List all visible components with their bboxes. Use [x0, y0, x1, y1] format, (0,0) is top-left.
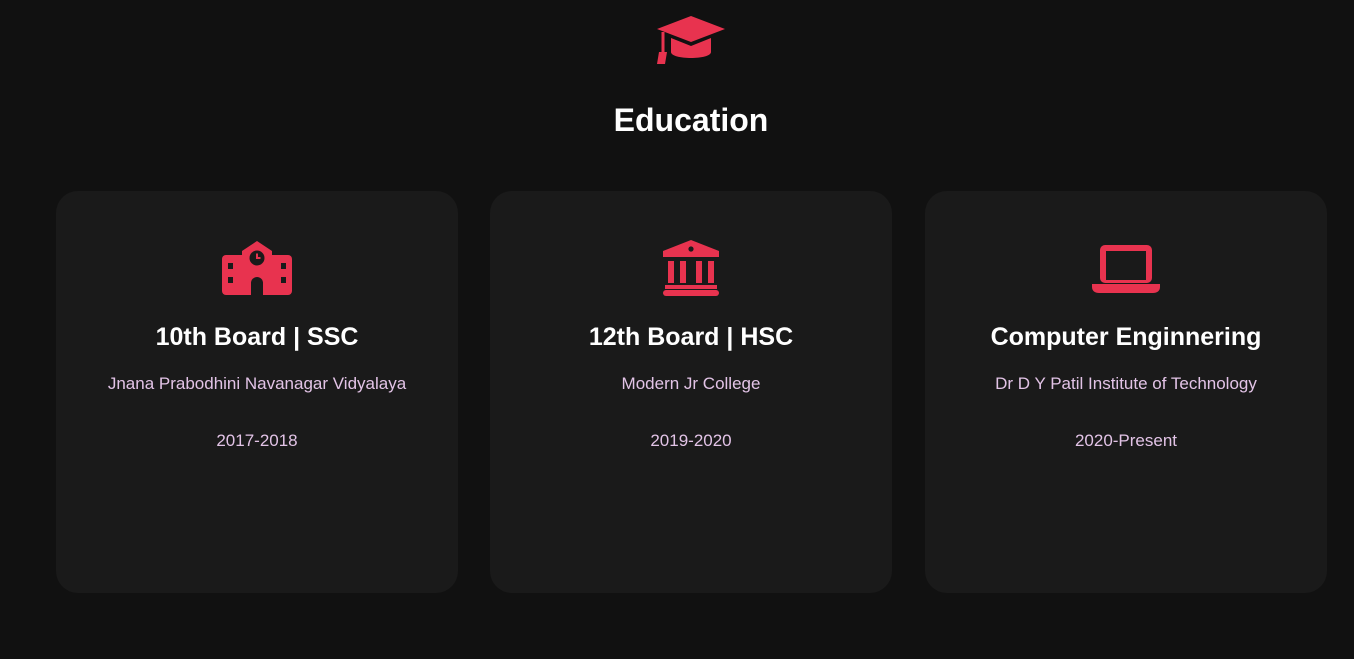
- card-years: 2017-2018: [216, 431, 298, 450]
- card-school: Dr D Y Patil Institute of Technology: [995, 374, 1257, 393]
- graduation-cap-icon: [656, 14, 726, 66]
- education-section: Education 10th Board | SSC Jnana Prabodh…: [0, 0, 1354, 659]
- card-title: 10th Board | SSC: [155, 323, 359, 351]
- section-title: Education: [613, 102, 769, 138]
- card-title: Computer Enginnering: [990, 323, 1262, 351]
- card-school: Modern Jr College: [621, 374, 761, 393]
- building-columns-icon: [656, 239, 726, 297]
- education-card-ssc: 10th Board | SSC Jnana Prabodhini Navana…: [56, 191, 458, 593]
- card-school: Jnana Prabodhini Navanagar Vidyalaya: [107, 374, 407, 393]
- laptop-icon: [1091, 239, 1161, 297]
- education-card-hsc: 12th Board | HSC Modern Jr College 2019-…: [490, 191, 892, 593]
- card-years: 2020-Present: [1074, 431, 1178, 450]
- education-card-engineering: Computer Enginnering Dr D Y Patil Instit…: [925, 191, 1327, 593]
- card-title: 12th Board | HSC: [588, 323, 794, 351]
- card-years: 2019-2020: [650, 431, 732, 450]
- school-icon: [222, 239, 292, 297]
